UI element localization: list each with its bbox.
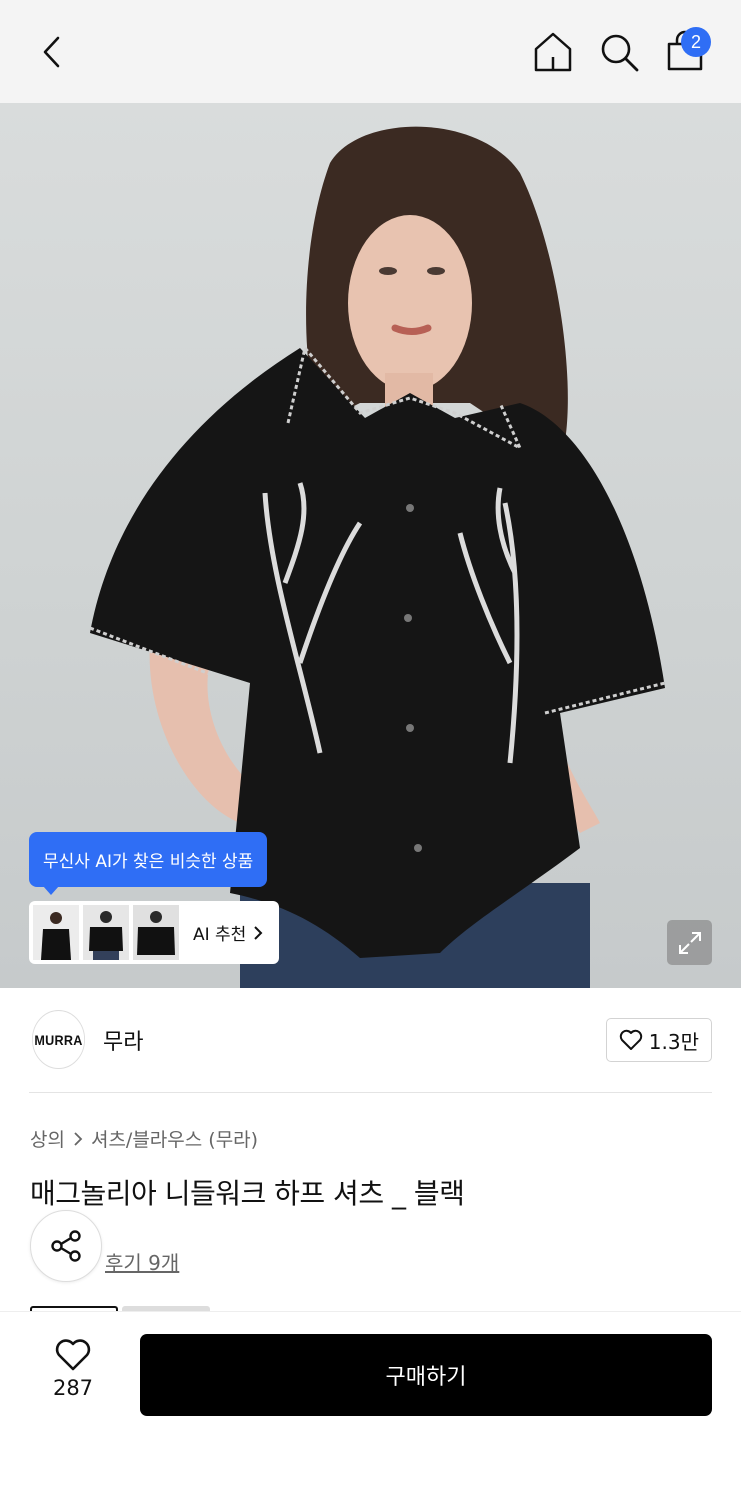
expand-icon (678, 931, 701, 954)
brand-like-count: 1.3만 (648, 1029, 699, 1054)
brand-logo[interactable]: MURRA (31, 1010, 86, 1069)
search-button[interactable] (596, 29, 642, 75)
brand-like-button[interactable]: 1.3만 (605, 1018, 712, 1062)
cart-count-badge: 2 (681, 27, 711, 57)
breadcrumb-subcategory[interactable]: 셔츠/블라우스 (무라) (91, 1125, 258, 1152)
top-app-bar: 2 (0, 0, 741, 103)
share-icon (51, 1230, 81, 1262)
brand-name[interactable]: 무라 (103, 1024, 143, 1056)
divider (29, 1092, 712, 1093)
ai-thumbnail[interactable] (133, 905, 179, 960)
home-icon (534, 32, 572, 72)
heart-icon (55, 1339, 91, 1371)
heart-icon (619, 1029, 642, 1050)
ai-recommend-label: AI 추천 (193, 925, 247, 945)
share-button[interactable] (30, 1210, 102, 1282)
ai-thumbnail[interactable] (83, 905, 129, 960)
expand-image-button[interactable] (667, 920, 712, 965)
ai-similar-tooltip[interactable]: 무신사 AI가 찾은 비슷한 상품 (29, 832, 268, 895)
ai-recommend-card[interactable]: AI 추천 (29, 901, 279, 964)
back-arrow-icon (43, 36, 60, 68)
search-icon (601, 34, 639, 72)
home-button[interactable] (530, 29, 576, 75)
chevron-right-icon (254, 925, 263, 940)
chevron-right-icon (74, 1131, 83, 1146)
ai-tooltip-text: 무신사 AI가 찾은 비슷한 상품 (43, 852, 254, 872)
product-main-image[interactable]: 무신사 AI가 찾은 비슷한 상품 AI 추천 (0, 103, 741, 988)
brand-row: MURRA 무라 1.3만 (29, 1010, 712, 1070)
breadcrumb: 상의 셔츠/블라우스 (무라) (30, 1125, 258, 1152)
wishlist-count: 287 (52, 1376, 94, 1400)
breadcrumb-category[interactable]: 상의 (30, 1125, 65, 1152)
ai-thumbnail[interactable] (33, 905, 79, 960)
product-title: 매그놀리아 니들워크 하프 셔츠 _ 블랙 (30, 1177, 465, 1210)
review-link[interactable]: 후기 9개 (105, 1247, 179, 1276)
back-button[interactable] (30, 28, 74, 76)
wishlist-button[interactable]: 287 (40, 1338, 106, 1408)
buy-button[interactable]: 구매하기 (140, 1334, 712, 1416)
